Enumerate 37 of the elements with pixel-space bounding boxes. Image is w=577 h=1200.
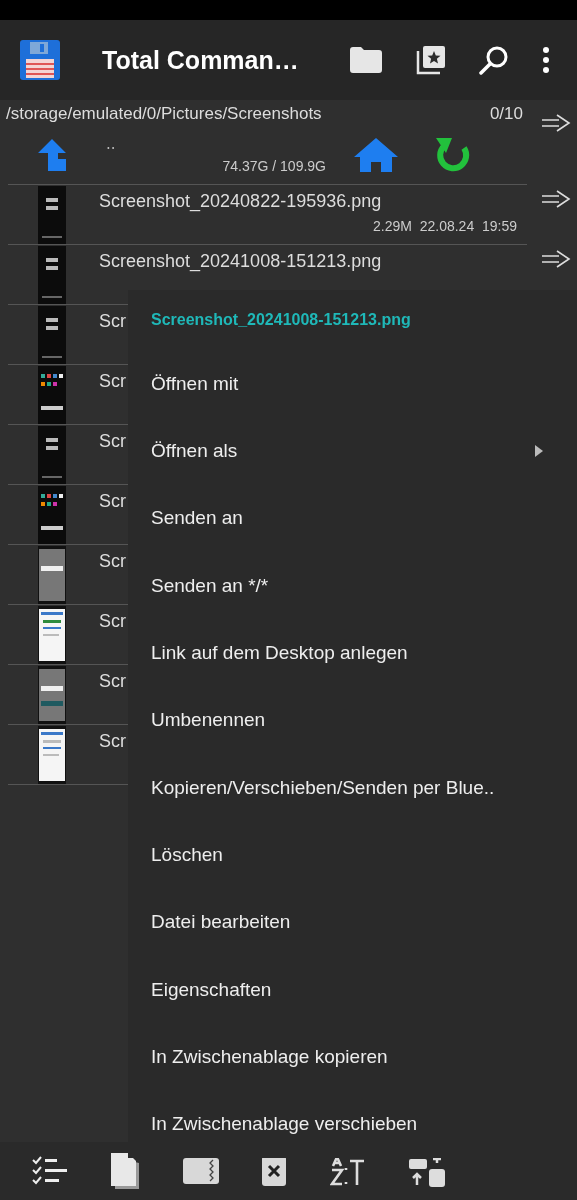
menu-item[interactable]: Umbenennen xyxy=(151,686,577,754)
menu-item[interactable]: Senden an xyxy=(151,484,577,552)
archive-icon[interactable] xyxy=(182,1158,219,1184)
add-panel-icon[interactable] xyxy=(409,1155,446,1187)
menu-item[interactable]: Senden an */* xyxy=(151,552,577,620)
arrow-right-icon[interactable] xyxy=(541,189,571,209)
refresh-icon[interactable] xyxy=(436,136,472,174)
arrow-right-icon[interactable] xyxy=(541,113,571,133)
more-icon[interactable] xyxy=(542,46,550,74)
files-icon[interactable] xyxy=(111,1153,140,1189)
delete-icon[interactable] xyxy=(262,1156,287,1186)
parent-folder-name[interactable]: .. xyxy=(106,136,326,152)
checklist-icon[interactable] xyxy=(31,1156,68,1186)
menu-item[interactable]: Link auf dem Desktop anlegen xyxy=(151,619,577,687)
folder-icon[interactable] xyxy=(349,46,383,74)
menu-item[interactable]: In Zwischenablage kopieren xyxy=(151,1023,577,1091)
selection-count: 0/10 xyxy=(489,104,523,124)
file-details: 2.29M 22.08.24 19:59 xyxy=(373,218,517,234)
menu-item[interactable]: Kopieren/Verschieben/Senden per Blue.. xyxy=(151,754,577,822)
sort-icon[interactable] xyxy=(329,1155,366,1187)
menu-item[interactable]: Öffnen als xyxy=(151,417,577,485)
menu-item[interactable]: Eigenschaften xyxy=(151,956,577,1024)
storage-space: 74.37G / 109.9G xyxy=(222,158,326,174)
home-icon[interactable] xyxy=(354,138,398,172)
menu-item[interactable]: In Zwischenablage verschieben xyxy=(151,1090,577,1159)
bookmark-star-icon[interactable] xyxy=(416,45,446,75)
arrow-right-icon[interactable] xyxy=(541,249,571,269)
menu-item[interactable]: Öffnen mit xyxy=(151,349,577,418)
up-arrow-icon[interactable] xyxy=(38,139,66,171)
file-name[interactable]: Screenshot_20241008-151213.png xyxy=(99,251,527,272)
menu-item[interactable]: Löschen xyxy=(151,821,577,889)
menu-item[interactable]: Datei bearbeiten xyxy=(151,888,577,957)
file-name[interactable]: Screenshot_20240822-195936.png xyxy=(99,191,527,212)
path-text: /storage/emulated/0/Pictures/Screenshots xyxy=(6,104,322,124)
app-title: Total Comman… xyxy=(102,45,299,75)
menu-title: Screenshot_20241008-151213.png xyxy=(151,309,412,330)
search-icon[interactable] xyxy=(479,45,509,75)
